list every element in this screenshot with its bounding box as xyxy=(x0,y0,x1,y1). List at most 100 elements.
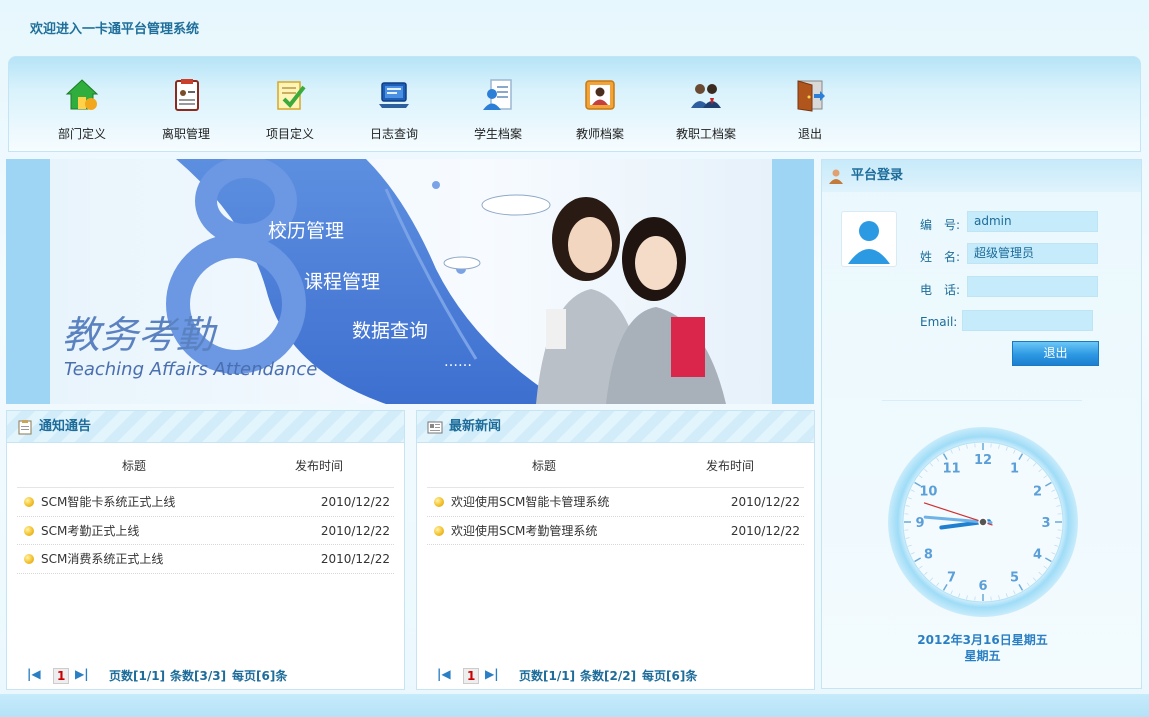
news-item-title[interactable]: 欢迎使用SCM智能卡管理系统 xyxy=(451,488,609,516)
clock-number: 9 xyxy=(915,516,924,531)
clipboard-icon xyxy=(18,420,32,435)
page-size: 每页[6]条 xyxy=(642,669,698,683)
list-item[interactable]: SCM消费系统正式上线 2010/12/22 xyxy=(17,545,394,574)
list-item[interactable]: SCM智能卡系统正式上线 2010/12/22 xyxy=(17,488,394,517)
list-item[interactable]: 欢迎使用SCM考勤管理系统 2010/12/22 xyxy=(427,517,804,545)
first-page-icon[interactable]: |◀ xyxy=(27,667,41,681)
teacher-file-icon xyxy=(585,80,615,110)
footer-bar xyxy=(0,694,1149,717)
page-size: 每页[6]条 xyxy=(232,669,288,683)
toolbar-exit[interactable]: 退出 xyxy=(765,77,855,142)
id-field[interactable]: admin xyxy=(967,211,1098,232)
news-columns: 标题 发布时间 xyxy=(427,457,804,483)
clock-number: 8 xyxy=(924,548,933,563)
avatar xyxy=(841,211,897,267)
id-card-icon xyxy=(175,79,199,111)
toolbar-department-label: 部门定义 xyxy=(57,127,106,141)
divider xyxy=(882,400,1082,401)
toolbar-resignation[interactable]: 离职管理 xyxy=(141,77,231,142)
login-panel: 平台登录 编 号: admin 姓 名: 超级管理员 电 话: Email: 退… xyxy=(821,159,1142,689)
list-item[interactable]: SCM考勤正式上线 2010/12/22 xyxy=(17,517,394,545)
name-field[interactable]: 超级管理员 xyxy=(967,243,1098,264)
toolbar-project-label: 项目定义 xyxy=(265,127,314,141)
clock-number: 10 xyxy=(919,485,937,500)
clock-number: 3 xyxy=(1041,516,1050,531)
news-pager: |◀ 1 ▶| 页数[1/1] 条数[2/2] 每页[6]条 xyxy=(427,667,807,685)
notice-date: 2010/12/22 xyxy=(320,523,390,538)
notices-pager: |◀ 1 ▶| 页数[1/1] 条数[3/3] 每页[6]条 xyxy=(17,667,397,685)
notices-col-title: 标题 xyxy=(122,459,147,473)
clock-number: 2 xyxy=(1033,485,1042,500)
bullet-icon xyxy=(434,525,444,536)
page-count: 页数[1/1] xyxy=(519,669,576,683)
clock-number: 5 xyxy=(1010,571,1019,586)
clock-number: 6 xyxy=(978,579,987,594)
news-item-date: 2010/12/22 xyxy=(730,495,800,509)
bullet-icon xyxy=(24,554,34,564)
weekday-label: 星期五 xyxy=(964,649,1001,663)
news-col-title: 标题 xyxy=(532,459,557,473)
notice-date: 2010/12/22 xyxy=(320,552,390,566)
list-item[interactable]: 欢迎使用SCM智能卡管理系统 2010/12/22 xyxy=(427,488,804,517)
toolbar-student-label: 学生档案 xyxy=(473,127,522,141)
phone-label: 电 话: xyxy=(920,283,961,297)
toolbar-log[interactable]: 日志查询 xyxy=(349,77,439,142)
toolbar-resignation-label: 离职管理 xyxy=(161,127,210,141)
clock-number: 11 xyxy=(942,461,960,476)
toolbar-teacher-label: 教师档案 xyxy=(575,127,624,141)
clock-number: 12 xyxy=(974,453,992,468)
toolbar-exit-label: 退出 xyxy=(797,127,822,141)
banner-menu-more: …… xyxy=(444,354,472,370)
toolbar-student[interactable]: 学生档案 xyxy=(453,77,543,142)
laptop-icon xyxy=(379,82,409,108)
clock-number: 7 xyxy=(947,571,956,586)
page-count: 页数[1/1] xyxy=(109,669,166,683)
clock-number: 4 xyxy=(1033,548,1042,563)
toolbar-teacher[interactable]: 教师档案 xyxy=(555,77,645,142)
user-avatar-icon xyxy=(848,221,890,264)
notices-panel: 通知通告 标题 发布时间 SCM智能卡系统正式上线 2010/12/22 SCM… xyxy=(6,410,405,690)
banner-menu-query: 数据查询 xyxy=(352,320,429,342)
record-count: 条数[2/2] xyxy=(580,669,637,683)
hero-banner: 校历管理 课程管理 数据查询 …… 教务考勤 Teaching Affairs … xyxy=(6,159,814,404)
student-file-icon xyxy=(483,79,512,110)
notices-title: 通知通告 xyxy=(39,419,92,434)
clock-number: 1 xyxy=(1010,461,1019,476)
main-toolbar: 部门定义 离职管理 项目定义 日志查询 学生档案 教师档案 教职工档案 退出 xyxy=(8,56,1141,152)
toolbar-staff-label: 教职工档案 xyxy=(675,127,736,141)
login-header: 平台登录 xyxy=(822,160,1141,192)
toolbar-department[interactable]: 部门定义 xyxy=(37,77,127,142)
current-page[interactable]: 1 xyxy=(53,668,70,684)
toolbar-staff[interactable]: 教职工档案 xyxy=(661,77,751,142)
home-icon xyxy=(65,79,99,110)
bullet-icon xyxy=(24,497,34,507)
first-page-icon[interactable]: |◀ xyxy=(437,667,451,681)
toolbar-log-label: 日志查询 xyxy=(369,127,418,141)
analog-clock: 123456789101112 xyxy=(888,427,1078,617)
news-item-title[interactable]: 欢迎使用SCM考勤管理系统 xyxy=(451,517,597,545)
toolbar-project[interactable]: 项目定义 xyxy=(245,77,335,142)
email-field[interactable] xyxy=(962,310,1093,331)
staff-group-icon xyxy=(691,84,721,108)
notices-columns: 标题 发布时间 xyxy=(17,457,394,483)
current-page[interactable]: 1 xyxy=(463,668,480,684)
checklist-icon xyxy=(277,81,306,110)
last-page-icon[interactable]: ▶| xyxy=(485,667,499,681)
notices-list: SCM智能卡系统正式上线 2010/12/22 SCM考勤正式上线 2010/1… xyxy=(17,487,394,574)
page-title: 欢迎进入一卡通平台管理系统 xyxy=(30,22,200,37)
logout-button[interactable]: 退出 xyxy=(1012,341,1099,366)
notice-date: 2010/12/22 xyxy=(320,495,390,509)
banner-title-cn: 教务考勤 xyxy=(62,313,215,357)
login-title: 平台登录 xyxy=(851,168,904,183)
news-col-date: 发布时间 xyxy=(706,459,755,473)
notice-title[interactable]: SCM智能卡系统正式上线 xyxy=(41,488,175,516)
banner-title-en: Teaching Affairs Attendance xyxy=(64,359,318,380)
notice-title[interactable]: SCM考勤正式上线 xyxy=(41,517,139,545)
name-label: 姓 名: xyxy=(920,250,961,264)
notice-title[interactable]: SCM消费系统正式上线 xyxy=(41,545,163,573)
bullet-icon xyxy=(434,497,444,507)
email-label: Email: xyxy=(920,315,958,329)
notices-header: 通知通告 xyxy=(7,411,404,443)
last-page-icon[interactable]: ▶| xyxy=(75,667,89,681)
phone-field[interactable] xyxy=(967,276,1098,297)
